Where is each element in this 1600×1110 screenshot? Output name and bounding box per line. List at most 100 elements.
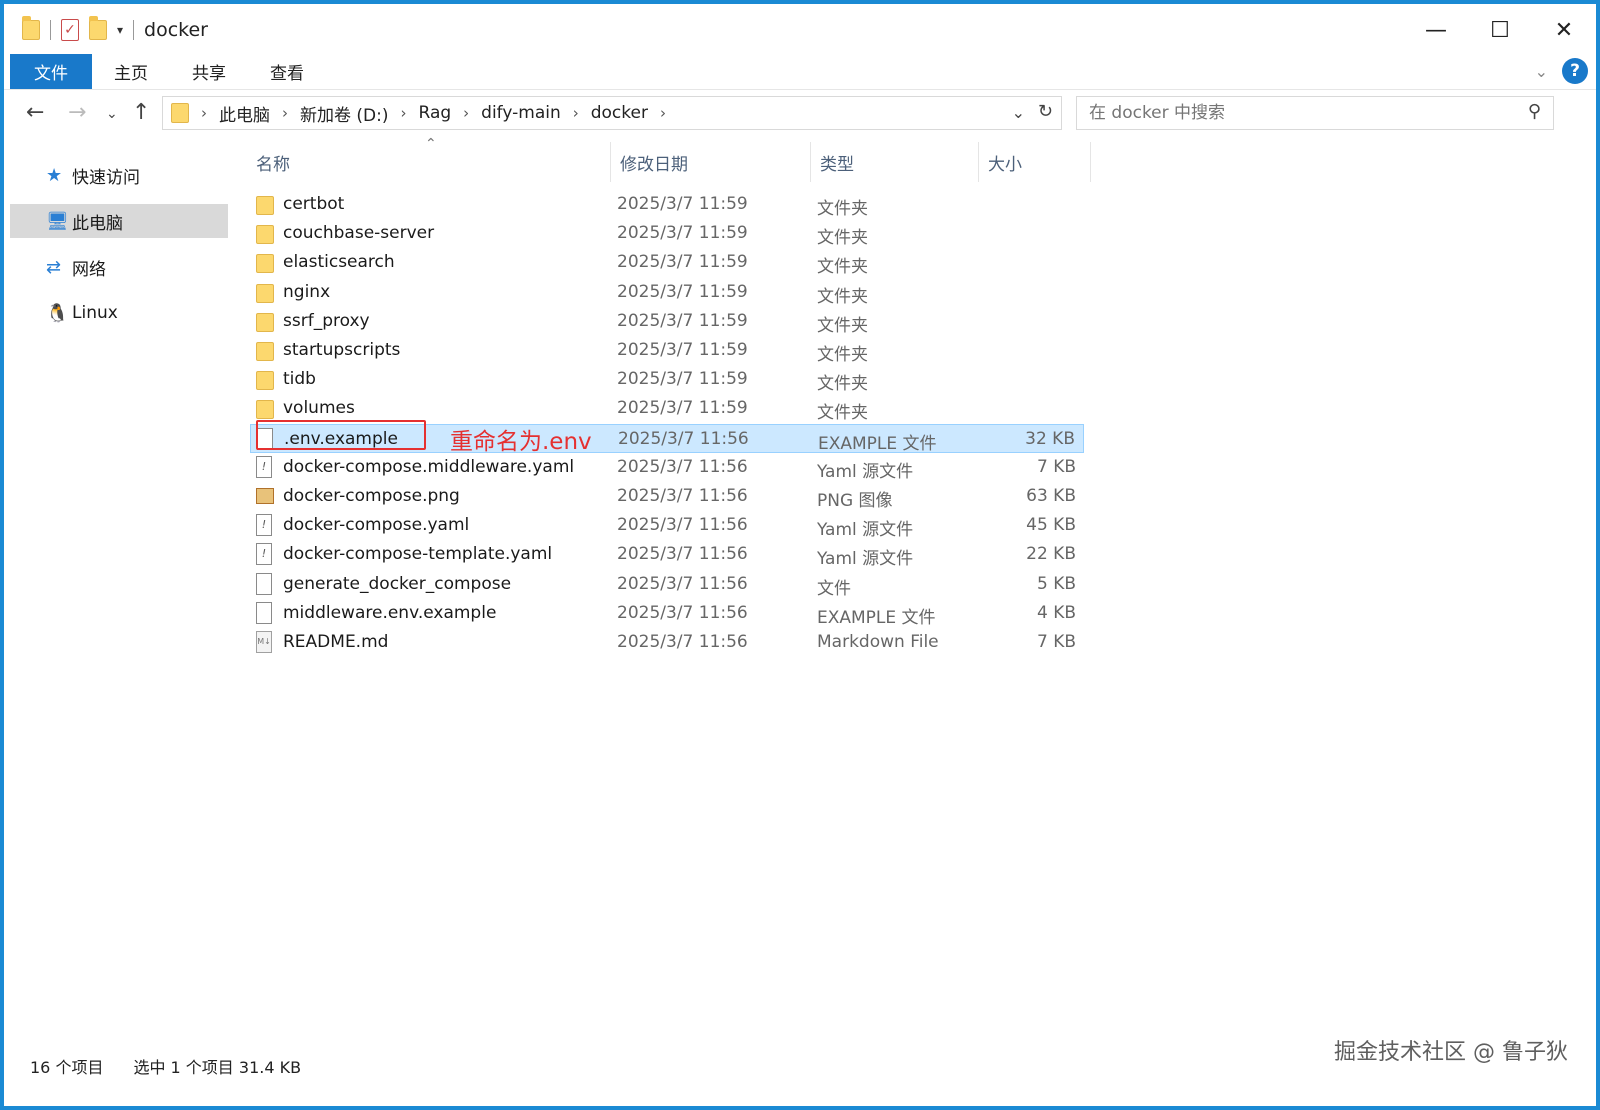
refresh-icon[interactable]: ↻ [1038,101,1053,122]
expand-ribbon-icon[interactable]: ⌄ [1535,62,1548,81]
file-modified-date: 2025/3/7 11:59 [617,281,748,302]
chevron-right-icon[interactable]: › [573,104,579,122]
sidebar-item-quick-access[interactable]: ★ 快速访问 [10,158,228,192]
annotation-highlight-box [256,420,426,450]
recent-locations-icon[interactable]: ⌄ [106,106,118,122]
file-row[interactable]: ! docker-compose-template.yaml 2025/3/7 11… [250,540,1084,569]
file-row[interactable]: certbot 2025/3/7 11:59 文件夹 [250,190,1084,219]
help-icon[interactable]: ? [1562,58,1588,84]
window-title: docker [144,19,208,41]
item-count: 16 个项目 [30,1058,104,1077]
close-button[interactable]: ✕ [1532,4,1596,56]
file-type: 文件夹 [817,403,868,424]
file-row[interactable]: couchbase-server 2025/3/7 11:59 文件夹 [250,219,1084,248]
document-icon [256,601,272,624]
file-row[interactable]: ! docker-compose.yaml 2025/3/7 11:56 Yaml 源… [250,511,1084,540]
new-folder-icon[interactable] [89,16,107,40]
sidebar-item-label: 此电脑 [72,213,123,234]
folder-icon [22,16,40,40]
tab-home[interactable]: 主页 [92,54,170,89]
ribbon-right: ⌄ ? [1535,58,1588,84]
folder-icon [256,196,274,215]
sidebar-item-linux[interactable]: 🐧 Linux [10,296,228,330]
file-name: elasticsearch [283,252,395,273]
breadcrumb-dify-main[interactable]: dify-main [481,103,561,123]
file-row[interactable]: startupscripts 2025/3/7 11:59 文件夹 [250,336,1084,365]
file-type: 文件夹 [817,315,868,336]
file-type: Markdown File [817,632,939,652]
folder-icon [256,371,274,391]
folder-icon [256,312,274,332]
file-modified-date: 2025/3/7 11:56 [618,428,749,449]
file-type: Yaml 源文件 [817,520,914,541]
breadcrumb-docker[interactable]: docker [591,103,648,123]
file-size: 4 KB [1036,602,1076,623]
file-type: Yaml 源文件 [817,461,914,482]
breadcrumb-rag[interactable]: Rag [419,103,452,123]
column-divider[interactable] [810,142,811,182]
file-row[interactable]: ssrf_proxy 2025/3/7 11:59 文件夹 [250,307,1084,336]
title-bar: ✓ ▾ docker — ☐ ✕ [4,4,1596,56]
document-icon [256,572,272,595]
column-header-name[interactable]: 名称 [256,142,290,182]
column-divider[interactable] [978,142,979,182]
address-bar[interactable]: › 此电脑 › 新加卷 (D:) › Rag › dify-main › doc… [162,96,1062,130]
breadcrumb-drive[interactable]: 新加卷 (D:) [300,101,389,126]
file-row[interactable]: middleware.env.example 2025/3/7 11:56 EXAM… [250,599,1084,628]
search-icon[interactable]: ⚲ [1528,101,1541,122]
chevron-down-icon[interactable]: ⌄ [1012,103,1025,122]
folder-icon [256,400,274,420]
file-row[interactable]: M↓ README.md 2025/3/7 11:56 Markdown File 7 … [250,628,1084,657]
chevron-right-icon[interactable]: › [463,104,469,122]
file-type: 文件夹 [817,374,868,395]
watermark: 掘金技术社区 @ 鲁子狄 [1334,1040,1568,1065]
file-modified-date: 2025/3/7 11:59 [617,310,748,331]
tab-file[interactable]: 文件 [10,54,92,89]
chevron-right-icon[interactable]: › [660,104,666,122]
minimize-button[interactable]: — [1404,4,1468,56]
selection-info: 选中 1 个项目 31.4 KB [133,1058,302,1077]
file-type: Yaml 源文件 [817,549,914,570]
chevron-right-icon[interactable]: › [201,104,207,122]
image-file-icon [256,488,274,504]
chevron-right-icon[interactable]: › [401,104,407,122]
computer-icon: 🖥 [46,211,69,232]
sidebar-item-network[interactable]: ⇄ 网络 [10,250,228,284]
file-size: 22 KB [1026,544,1076,565]
window-controls: — ☐ ✕ [1404,4,1596,56]
forward-arrow-icon[interactable]: → [68,100,86,125]
yaml-file-icon: ! [256,514,272,537]
file-name: ssrf_proxy [283,310,370,331]
column-divider[interactable] [610,142,611,182]
search-input[interactable] [1089,103,1509,123]
file-row[interactable]: nginx 2025/3/7 11:59 文件夹 [250,278,1084,307]
file-row[interactable]: docker-compose.png 2025/3/7 11:56 PNG 图像 63… [250,482,1084,511]
sidebar-item-this-pc[interactable]: 🖥 此电脑 [10,204,228,238]
file-name: docker-compose-template.yaml [283,544,553,565]
customize-toolbar-icon[interactable]: ▾ [117,23,123,37]
file-row[interactable]: tidb 2025/3/7 11:59 文件夹 [250,365,1084,394]
maximize-button[interactable]: ☐ [1468,4,1532,56]
file-size: 7 KB [1036,456,1076,477]
file-row[interactable]: ! docker-compose.middleware.yaml 2025/3/7 … [250,453,1084,482]
properties-icon[interactable]: ✓ [61,19,79,41]
column-header-date[interactable]: 修改日期 [620,142,688,182]
tab-share[interactable]: 共享 [170,54,248,89]
sidebar-item-label: 快速访问 [72,167,140,188]
file-modified-date: 2025/3/7 11:56 [617,573,748,594]
annotation-text: 重命名为.env [450,429,592,455]
column-header-type[interactable]: 类型 [820,142,854,182]
tab-view[interactable]: 查看 [248,54,326,89]
column-divider[interactable] [1090,142,1091,182]
file-row[interactable]: generate_docker_compose 2025/3/7 11:56 文件 5… [250,570,1084,599]
file-modified-date: 2025/3/7 11:56 [617,456,748,477]
search-box[interactable]: ⚲ [1076,96,1554,130]
file-name: volumes [283,398,355,419]
back-arrow-icon[interactable]: ← [26,100,44,125]
sidebar-item-label: 网络 [72,259,106,280]
breadcrumb-this-pc[interactable]: 此电脑 [219,101,270,126]
file-row[interactable]: elasticsearch 2025/3/7 11:59 文件夹 [250,248,1084,277]
up-arrow-icon[interactable]: ↑ [132,100,150,125]
column-header-size[interactable]: 大小 [988,142,1022,182]
chevron-right-icon[interactable]: › [282,104,288,122]
